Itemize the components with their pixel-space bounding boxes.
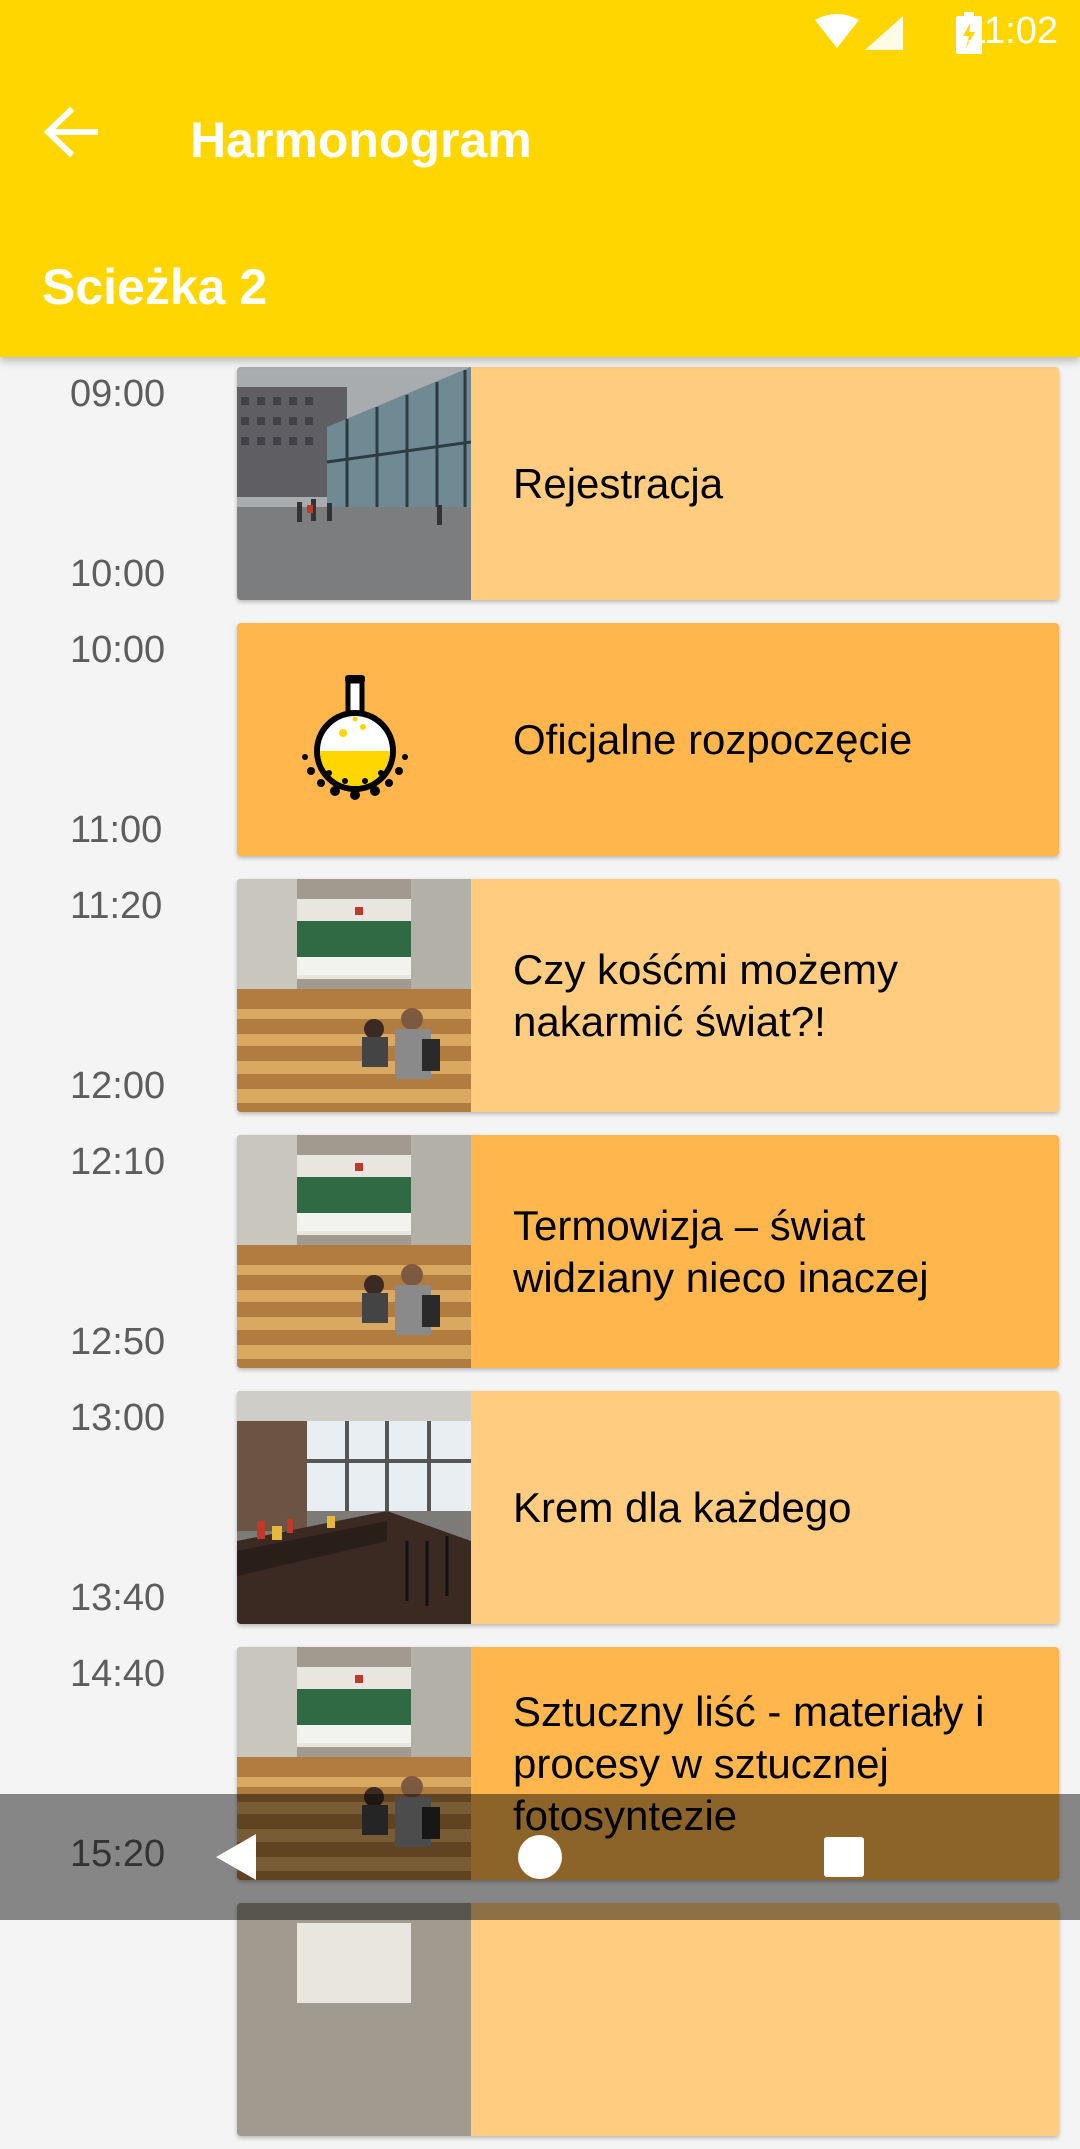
track-title: Scieżka 2 [42, 259, 268, 315]
end-time: 12:50 [70, 1321, 166, 1363]
event-card-oficjalne-rozpoczecie[interactable]: Oficjalne rozpoczęcie [237, 623, 1059, 856]
navigation-bar [0, 1794, 1080, 1920]
event-card-czy-koscmi[interactable]: Czy kośćmi możemy nakarmić świat?! [237, 879, 1059, 1112]
nav-back-button[interactable] [166, 1794, 306, 1920]
start-time: 11:20 [70, 885, 163, 927]
laboratory-photo [237, 1391, 471, 1624]
event-title: Krem dla każdego [513, 1483, 852, 1531]
lecture-hall-photo [237, 1903, 471, 2136]
event-title: Termowizja – świat widziany nieco inacze… [513, 1201, 929, 1301]
status-bar: 11:02 [0, 0, 1080, 63]
status-icons [815, 14, 903, 50]
back-triangle-icon [216, 1834, 256, 1880]
schedule-row: 10:00 11:00 Oficjalne rozpoczęcie [0, 613, 1080, 869]
wifi-icon [815, 14, 859, 48]
start-time: 09:00 [70, 373, 166, 415]
event-title: Oficjalne rozpoczęcie [513, 715, 913, 763]
end-time: 10:00 [70, 553, 166, 595]
nav-recents-button[interactable] [774, 1794, 914, 1920]
event-card-krem-dla-kazdego[interactable]: Krem dla każdego [237, 1391, 1059, 1624]
lecture-hall-photo [237, 879, 471, 1112]
building-photo [237, 367, 471, 600]
app-bar: Harmonogram Scieżka 2 [0, 63, 1080, 357]
status-time: 11:02 [965, 10, 1058, 52]
event-card-termowizja[interactable]: Termowizja – świat widziany nieco inacze… [237, 1135, 1059, 1368]
schedule-row: 12:10 12:50 Termowizja – świat widziany … [0, 1125, 1080, 1381]
schedule-row: 13:00 13:40 Krem dla każdego [0, 1381, 1080, 1637]
home-circle-icon [518, 1835, 562, 1879]
start-time: 12:10 [70, 1141, 166, 1183]
end-time: 13:40 [70, 1577, 166, 1619]
end-time: 12:00 [70, 1065, 166, 1107]
event-card-rejestracja[interactable]: Rejestracja [237, 367, 1059, 600]
signal-icon [865, 16, 903, 50]
schedule-row: 09:00 10:00 Rejestracja [0, 357, 1080, 613]
end-time: 11:00 [70, 809, 163, 851]
start-time: 14:40 [70, 1653, 166, 1695]
lecture-hall-photo [237, 1135, 471, 1368]
start-time: 13:00 [70, 1397, 166, 1439]
flask-icon [237, 623, 471, 856]
event-card-next[interactable] [237, 1903, 1059, 2136]
recents-square-icon [824, 1837, 864, 1877]
schedule-row: 11:20 12:00 Czy kośćmi możemy nakarmić ś… [0, 869, 1080, 1125]
page-title: Harmonogram [190, 112, 532, 168]
arrow-back-icon [43, 106, 98, 158]
schedule-row [0, 1893, 1080, 2149]
event-title: Rejestracja [513, 459, 724, 507]
event-title: Czy kośćmi możemy nakarmić świat?! [513, 945, 899, 1045]
start-time: 10:00 [70, 629, 166, 671]
back-button[interactable] [40, 106, 106, 158]
nav-home-button[interactable] [470, 1794, 610, 1920]
